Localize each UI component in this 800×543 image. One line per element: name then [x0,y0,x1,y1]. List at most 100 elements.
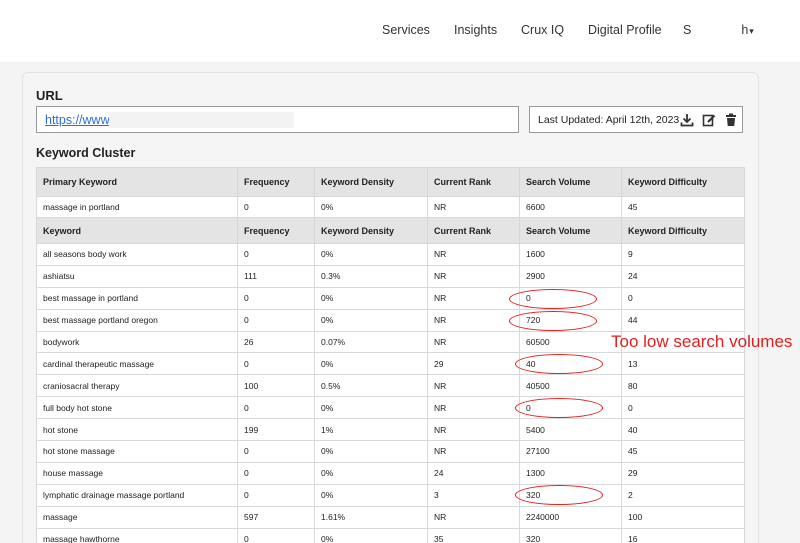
cell-frequency: 0 [237,440,315,463]
table-row: cardinal therapeutic massage 0 0% 29 40 13 [36,352,745,376]
search-volume-header: Search Volume [519,217,622,244]
edit-icon[interactable] [702,112,716,128]
cell-frequency: 0 [237,527,315,543]
nav-crux-iq-link[interactable]: Crux IQ [521,23,564,37]
keyword-header-row: Keyword Frequency Keyword Density Curren… [36,217,745,244]
cell-frequency: 26 [237,330,315,354]
cell-search-volume: 27100 [519,440,622,463]
cell-keyword: house massage [36,461,238,485]
cell-rank: NR [427,243,520,266]
table-row: best massage in portland 0 0% NR 0 0 [36,286,745,310]
nav-services-link[interactable]: Services [382,23,430,37]
download-icon[interactable] [680,112,694,128]
cell-rank: NR [427,374,520,398]
cell-density: 0% [314,352,428,376]
cell-rank: NR [427,396,520,420]
cell-rank: NR [427,196,520,218]
primary-header-row: Primary Keyword Frequency Keyword Densit… [36,167,745,197]
table-row: hot stone massage 0 0% NR 27100 45 [36,440,745,463]
keyword-table: Primary Keyword Frequency Keyword Densit… [36,167,745,543]
cell-density: 0% [314,243,428,266]
cell-keyword: craniosacral therapy [36,374,238,398]
table-row: hot stone 199 1% NR 5400 40 [36,418,745,442]
annotation-text: Too low search volumes [611,332,793,351]
cell-keyword: best massage in portland [36,286,238,310]
keyword-header: Keyword [36,217,238,244]
cell-rank: 3 [427,483,520,507]
cell-frequency: 597 [237,505,315,529]
cell-rank: NR [427,286,520,310]
cell-frequency: 0 [237,483,315,507]
chevron-down-icon[interactable]: ▾ [749,26,754,36]
url-field[interactable]: https://www. [36,106,519,133]
cell-frequency: 199 [237,418,315,442]
cell-density: 0.5% [314,374,428,398]
nav-digital-profile-link[interactable]: Digital Profile [588,23,662,37]
cell-frequency: 0 [237,352,315,376]
cell-rank: 29 [427,352,520,376]
table-row: craniosacral therapy 100 0.5% NR 40500 80 [36,374,745,398]
cell-rank: NR [427,418,520,442]
cell-keyword: all seasons body work [36,243,238,266]
cell-difficulty: 100 [621,505,745,529]
cell-keyword: hot stone [36,418,238,442]
cell-frequency: 100 [237,374,315,398]
cell-density: 0% [314,527,428,543]
cell-search-volume: 1300 [519,461,622,485]
cell-frequency: 0 [237,461,315,485]
url-redaction [109,112,294,128]
cell-frequency: 0 [237,286,315,310]
keyword-difficulty-header: Keyword Difficulty [621,167,745,197]
table-row: house massage 0 0% 24 1300 29 [36,461,745,485]
cell-difficulty: 45 [621,440,745,463]
cell-density: 0% [314,396,428,420]
cell-difficulty: 24 [621,264,745,288]
user-name-end: h [741,23,749,37]
cell-keyword: cardinal therapeutic massage [36,352,238,376]
cell-rank: NR [427,505,520,529]
table-row: lymphatic drainage massage portland 0 0% 3 3… [36,483,745,507]
keyword-cluster-heading: Keyword Cluster [36,146,136,160]
frequency-header: Frequency [237,217,315,244]
cell-frequency: 0 [237,308,315,332]
cell-frequency: 0 [237,243,315,266]
cell-search-volume: 1600 [519,243,622,266]
cell-search-volume: 6600 [519,196,622,218]
user-menu[interactable]: Sh▾ [683,23,754,37]
cell-keyword: ashiatsu [36,264,238,288]
cell-density: 0% [314,286,428,310]
cell-density: 0% [314,483,428,507]
cell-rank: NR [427,440,520,463]
table-row: massage 597 1.61% NR 2240000 100 [36,505,745,529]
url-link[interactable]: https://www. [45,113,112,127]
cell-keyword: full body hot stone [36,396,238,420]
primary-keyword-header: Primary Keyword [36,167,238,197]
cell-rank: 35 [427,527,520,543]
cell-density: 0% [314,196,428,218]
cell-search-volume: 2900 [519,264,622,288]
table-row: all seasons body work 0 0% NR 1600 9 [36,243,745,266]
cell-search-volume: 40500 [519,374,622,398]
keyword-density-header: Keyword Density [314,167,428,197]
cell-density: 0.3% [314,264,428,288]
cell-rank: NR [427,264,520,288]
cell-density: 0.07% [314,330,428,354]
cell-rank: NR [427,308,520,332]
search-volume-header: Search Volume [519,167,622,197]
nav-insights-link[interactable]: Insights [454,23,497,37]
cell-keyword: massage in portland [36,196,238,218]
cell-difficulty: 9 [621,243,745,266]
primary-keyword-row: massage in portland 0 0% NR 6600 45 [36,196,745,218]
trash-icon[interactable] [724,112,738,128]
cell-rank: NR [427,330,520,354]
table-row: full body hot stone 0 0% NR 0 0 [36,396,745,420]
last-updated-text: Last Updated: April 12th, 2023 [538,114,680,126]
cell-density: 0% [314,308,428,332]
frequency-header: Frequency [237,167,315,197]
user-name-redaction [691,23,742,35]
url-label: URL [36,88,63,103]
cell-search-volume: 320 [519,527,622,543]
cell-keyword: massage [36,505,238,529]
cell-keyword: lymphatic drainage massage portland [36,483,238,507]
cell-keyword: best massage portland oregon [36,308,238,332]
